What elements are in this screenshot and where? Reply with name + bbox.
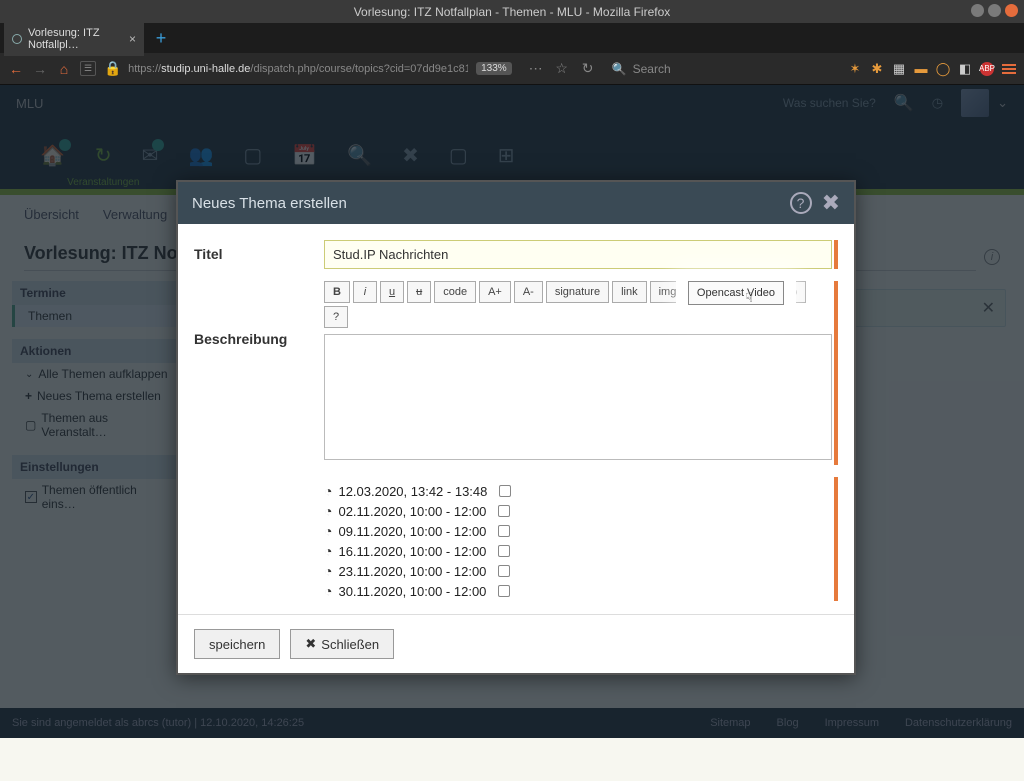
toolbar-code[interactable]: code <box>434 281 476 303</box>
window-title: Vorlesung: ITZ Notfallplan - Themen - ML… <box>354 5 671 19</box>
dialog-title: Neues Thema erstellen <box>192 195 347 212</box>
nav-back-icon[interactable]: ← <box>8 61 24 77</box>
close-button[interactable]: ✖Schließen <box>290 629 394 659</box>
date-checkbox[interactable] <box>498 505 510 517</box>
opencast-highlight: Opencast Video ☟ <box>682 275 790 311</box>
ext-abp-icon[interactable]: ABP <box>980 62 994 76</box>
search-icon: 🔍 <box>612 62 627 76</box>
new-tab-button[interactable]: + <box>148 25 174 51</box>
tab-title: Vorlesung: ITZ Notfallpl… <box>28 27 123 51</box>
toolbar-italic[interactable]: i <box>353 281 377 303</box>
title-input[interactable] <box>324 240 832 269</box>
nav-forward-icon: → <box>32 61 48 77</box>
date-row: ◔30.11.2020, 10:00 - 12:00 <box>324 581 832 601</box>
window-maximize[interactable] <box>988 4 1001 17</box>
nav-home-icon[interactable]: ⌂ <box>56 61 72 77</box>
toolbar-help[interactable]: ? <box>324 306 348 328</box>
toolbar-font-larger[interactable]: A+ <box>479 281 511 303</box>
date-checkbox[interactable] <box>498 565 510 577</box>
dialog-header: Neues Thema erstellen ? ✖ <box>178 182 854 224</box>
toolbar-img[interactable]: img <box>650 281 686 303</box>
dialog-close-icon[interactable]: ✖ <box>822 190 840 216</box>
date-row: ◔16.11.2020, 10:00 - 12:00 <box>324 541 832 561</box>
browser-menu-icon[interactable] <box>1002 62 1016 76</box>
ext-icon-2[interactable]: ✱ <box>870 62 884 76</box>
lock-icon[interactable]: 🔒 <box>104 60 120 77</box>
ext-icon-3[interactable]: ▦ <box>892 62 906 76</box>
clock-icon: ◔ <box>324 563 332 579</box>
dialog-new-topic: Neues Thema erstellen ? ✖ Titel Beschrei… <box>176 180 856 675</box>
browser-urlbar: ← → ⌂ ☰ 🔒 https://studip.uni-halle.de/di… <box>0 53 1024 85</box>
toolbar-underline[interactable]: u <box>380 281 404 303</box>
dialog-help-icon[interactable]: ? <box>790 192 812 214</box>
permissions-icon[interactable]: ⋯ <box>528 60 544 77</box>
dates-list: ◔12.03.2020, 13:42 - 13:48 ◔02.11.2020, … <box>324 477 838 601</box>
toolbar-opencast-video[interactable]: Opencast Video ☟ <box>688 281 784 305</box>
save-button[interactable]: speichern <box>194 629 280 659</box>
date-row: ◔12.03.2020, 13:42 - 13:48 <box>324 481 832 501</box>
browser-tab[interactable]: Vorlesung: ITZ Notfallpl… × <box>4 20 144 56</box>
date-checkbox[interactable] <box>498 545 510 557</box>
window-controls <box>971 4 1018 17</box>
zoom-level[interactable]: 133% <box>476 62 512 75</box>
search-placeholder: Search <box>633 62 671 76</box>
date-row: ◔23.11.2020, 10:00 - 12:00 <box>324 561 832 581</box>
ext-icon-1[interactable]: ✶ <box>848 62 862 76</box>
window-titlebar: Vorlesung: ITZ Notfallplan - Themen - ML… <box>0 0 1024 23</box>
ext-icon-5[interactable]: ◯ <box>936 62 950 76</box>
date-checkbox[interactable] <box>498 585 510 597</box>
editor-toolbar: B i u u code A+ A- signature link img :)… <box>324 281 832 328</box>
date-checkbox[interactable] <box>499 485 511 497</box>
dialog-body: Titel Beschreibung B i u u code A+ A- si… <box>178 224 854 614</box>
date-checkbox[interactable] <box>498 525 510 537</box>
tab-loading-icon <box>12 34 22 44</box>
toolbar-signature[interactable]: signature <box>546 281 609 303</box>
browser-toolbar-icons: ✶ ✱ ▦ ▬ ◯ ◧ ABP <box>848 62 1016 76</box>
toolbar-bold[interactable]: B <box>324 281 350 303</box>
window-minimize[interactable] <box>971 4 984 17</box>
clock-icon: ◔ <box>324 543 332 559</box>
description-textarea[interactable] <box>324 334 832 460</box>
clock-icon: ◔ <box>324 583 332 599</box>
date-row: ◔02.11.2020, 10:00 - 12:00 <box>324 501 832 521</box>
label-description: Beschreibung <box>194 281 324 465</box>
label-title: Titel <box>194 240 324 269</box>
browser-tabbar: Vorlesung: ITZ Notfallpl… × + <box>0 23 1024 53</box>
clock-icon: ◔ <box>324 523 332 539</box>
clock-icon: ◔ <box>324 483 332 499</box>
tab-close-icon[interactable]: × <box>129 32 136 46</box>
url-text[interactable]: https://studip.uni-halle.de/dispatch.php… <box>128 63 468 75</box>
ext-icon-4[interactable]: ▬ <box>914 62 928 76</box>
toolbar-strike[interactable]: u <box>407 281 431 303</box>
dialog-footer: speichern ✖Schließen <box>178 614 854 673</box>
window-close[interactable] <box>1005 4 1018 17</box>
toolbar-font-smaller[interactable]: A- <box>514 281 543 303</box>
toolbar-link[interactable]: link <box>612 281 647 303</box>
date-row: ◔09.11.2020, 10:00 - 12:00 <box>324 521 832 541</box>
reload-icon[interactable]: ↻ <box>580 60 596 77</box>
browser-search[interactable]: 🔍 Search <box>612 62 840 76</box>
close-icon: ✖ <box>305 636 316 652</box>
clock-icon: ◔ <box>324 503 332 519</box>
reader-mode-icon[interactable]: ☰ <box>80 61 96 76</box>
bookmark-icon[interactable]: ☆ <box>554 60 570 77</box>
ext-icon-6[interactable]: ◧ <box>958 62 972 76</box>
